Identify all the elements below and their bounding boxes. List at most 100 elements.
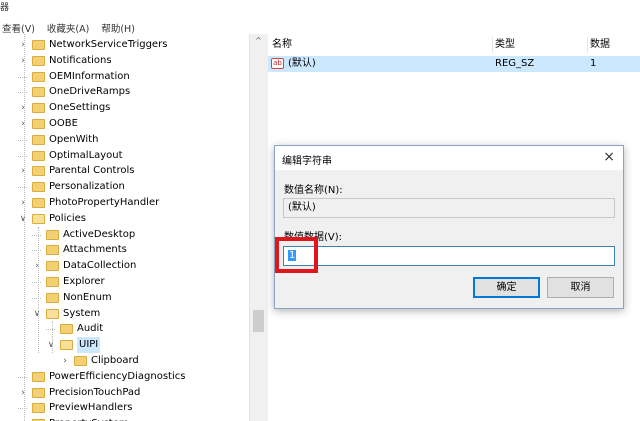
tree-item[interactable]: › Clipboard bbox=[0, 353, 249, 369]
tree-connector bbox=[46, 329, 55, 331]
tree-item-label: Clipboard bbox=[91, 355, 139, 366]
folder-icon bbox=[32, 387, 45, 398]
tree-connector bbox=[18, 376, 27, 378]
folder-icon bbox=[46, 292, 59, 303]
value-data-input[interactable]: 1 bbox=[283, 246, 615, 266]
cancel-button[interactable]: 取消 bbox=[547, 277, 614, 298]
tree-connector bbox=[18, 187, 27, 189]
column-header-name[interactable]: 名称 bbox=[272, 37, 493, 53]
chevron-right-icon[interactable]: › bbox=[18, 37, 28, 53]
tree-item-label: Parental Controls bbox=[49, 165, 135, 177]
scroll-up-icon[interactable]: ^ bbox=[250, 36, 267, 45]
tree-item-label: Policies bbox=[49, 212, 86, 224]
tree-item-label: PropertySystem bbox=[49, 416, 129, 421]
tree-scrollbar[interactable]: ^ bbox=[249, 34, 267, 421]
menu-help[interactable]: 帮助(H) bbox=[99, 21, 137, 35]
folder-icon bbox=[32, 103, 45, 114]
table-row[interactable]: ab (默认) REG_SZ 1 bbox=[268, 56, 640, 72]
tree-connector bbox=[18, 92, 27, 94]
tree-item-label: Notifications bbox=[49, 54, 112, 66]
chevron-right-icon[interactable]: › bbox=[18, 163, 28, 179]
menu-view[interactable]: 查看(V) bbox=[0, 21, 37, 35]
value-type: REG_SZ bbox=[495, 58, 535, 69]
tree-item[interactable]: PowerEfficiencyDiagnostics bbox=[0, 369, 249, 385]
folder-icon bbox=[32, 371, 45, 382]
tree-item[interactable]: › PropertySystem bbox=[0, 416, 249, 421]
tree-item-label: PowerEfficiencyDiagnostics bbox=[49, 370, 186, 382]
column-header-data[interactable]: 数据 bbox=[590, 37, 640, 53]
close-icon[interactable]: × bbox=[603, 149, 615, 165]
value-data: 1 bbox=[590, 58, 597, 69]
tree-item[interactable]: › OneSettings bbox=[0, 100, 249, 116]
tree-item-label: Explorer bbox=[63, 276, 105, 287]
tree-item-label: UIPI bbox=[77, 337, 101, 354]
tree-item[interactable]: › PhotoPropertyHandler bbox=[0, 195, 249, 211]
tree-item-label: OneSettings bbox=[49, 102, 111, 114]
title-fragment: 器 bbox=[0, 3, 10, 13]
folder-icon bbox=[74, 356, 87, 366]
tree-item[interactable]: › PrecisionTouchPad bbox=[0, 385, 249, 401]
tree-item[interactable]: › OOBE bbox=[0, 116, 249, 132]
tree-item[interactable]: PreviewHandlers bbox=[0, 400, 249, 416]
chevron-right-icon[interactable]: › bbox=[60, 353, 70, 369]
folder-icon bbox=[32, 150, 45, 161]
value-name: (默认) bbox=[288, 58, 316, 69]
tree-item[interactable]: Personalization bbox=[0, 179, 249, 195]
tree-item-label: PhotoPropertyHandler bbox=[49, 197, 160, 208]
chevron-down-icon[interactable]: ∨ bbox=[32, 306, 42, 322]
tree-item[interactable]: › Notifications bbox=[0, 53, 249, 69]
chevron-right-icon[interactable]: › bbox=[18, 416, 28, 421]
tree-item-label: NetworkServiceTriggers bbox=[49, 39, 168, 50]
tree-item-label: OOBE bbox=[49, 118, 78, 129]
folder-icon bbox=[60, 324, 73, 335]
tree-item-label: PreviewHandlers bbox=[49, 402, 133, 414]
value-name-field: (默认) bbox=[283, 198, 615, 218]
tree-item-label: DataCollection bbox=[63, 260, 137, 272]
folder-icon bbox=[32, 119, 45, 129]
chevron-right-icon[interactable]: › bbox=[18, 53, 28, 69]
folder-icon bbox=[32, 40, 45, 50]
tree-item[interactable]: OEMInformation bbox=[0, 69, 249, 85]
tree-guide-line bbox=[24, 34, 25, 421]
chevron-right-icon[interactable]: › bbox=[18, 116, 28, 132]
chevron-down-icon[interactable]: ∨ bbox=[18, 211, 28, 227]
folder-icon bbox=[32, 213, 45, 224]
folder-icon bbox=[46, 245, 59, 256]
column-header-type[interactable]: 类型 bbox=[495, 37, 588, 53]
tree-guide-line bbox=[52, 321, 53, 353]
tree-item[interactable]: OneDriveRamps bbox=[0, 84, 249, 100]
folder-icon bbox=[32, 71, 45, 82]
tree-item[interactable]: OpenWith bbox=[0, 132, 249, 148]
tree-connector bbox=[32, 282, 41, 283]
tree-item[interactable]: ∨ Policies bbox=[0, 211, 249, 227]
chevron-down-icon[interactable]: ∨ bbox=[46, 337, 56, 353]
annotation-highlight-box bbox=[275, 237, 318, 273]
tree-item-label: OptimalLayout bbox=[49, 149, 123, 161]
tree-item[interactable]: OptimalLayout bbox=[0, 148, 249, 164]
tree-connector bbox=[32, 234, 41, 236]
chevron-right-icon[interactable]: › bbox=[18, 100, 28, 116]
tree-item-label: ActiveDesktop bbox=[63, 228, 136, 240]
tree-connector bbox=[32, 250, 41, 252]
folder-icon bbox=[32, 87, 45, 98]
scroll-thumb[interactable] bbox=[253, 310, 264, 332]
edit-string-dialog: 编辑字符串 × 数值名称(N): (默认) 数值数据(V): 1 确定 取消 bbox=[274, 145, 624, 309]
tree-item-label: PrecisionTouchPad bbox=[49, 386, 141, 398]
tree-item[interactable]: › NetworkServiceTriggers bbox=[0, 37, 249, 53]
folder-icon bbox=[32, 55, 45, 66]
tree-item-label: Personalization bbox=[49, 181, 125, 193]
tree-connector bbox=[18, 155, 27, 157]
registry-tree[interactable]: › NetworkServiceTriggers › Notifications OEM… bbox=[0, 34, 249, 421]
tree-guide-line bbox=[38, 226, 39, 353]
chevron-right-icon[interactable]: › bbox=[32, 258, 42, 274]
ok-button[interactable]: 确定 bbox=[473, 277, 540, 298]
folder-icon bbox=[46, 229, 59, 240]
folder-icon bbox=[32, 166, 45, 177]
tree-item-label: NonEnum bbox=[63, 291, 112, 303]
chevron-right-icon[interactable]: › bbox=[18, 195, 28, 211]
menu-favorites[interactable]: 收藏夹(A) bbox=[45, 21, 91, 35]
dialog-title-bar[interactable]: 编辑字符串 × bbox=[275, 146, 623, 170]
folder-icon bbox=[60, 340, 73, 351]
chevron-right-icon[interactable]: › bbox=[18, 385, 28, 401]
tree-item[interactable]: › Parental Controls bbox=[0, 163, 249, 179]
